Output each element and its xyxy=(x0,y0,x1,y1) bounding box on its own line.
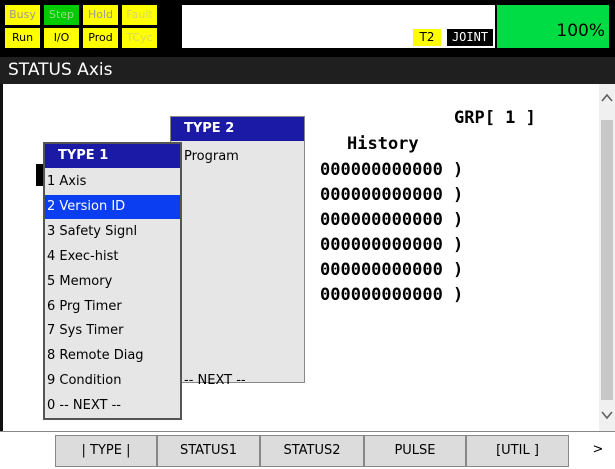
status-lamp-io: I/O xyxy=(44,28,79,48)
scroll-up-icon[interactable] xyxy=(599,92,615,108)
fkey-type[interactable]: | TYPE | xyxy=(55,435,157,467)
fkey-util[interactable]: [UTIL ] xyxy=(466,435,569,467)
group-indicator: GRP[ 1 ] xyxy=(454,108,536,128)
type1-menu-item[interactable]: 3 Safety Signl xyxy=(45,220,180,244)
teach-mode-badge: T2 xyxy=(413,29,441,46)
type1-menu-item[interactable]: 2 Version ID xyxy=(45,194,180,219)
history-row: 000000000000 ) xyxy=(320,210,464,230)
fkey-status2[interactable]: STATUS2 xyxy=(260,435,364,467)
status-lamp-busy: Busy xyxy=(5,5,40,25)
type2-menu-header: TYPE 2 xyxy=(171,117,304,141)
history-row: 000000000000 ) xyxy=(320,260,464,280)
scrollbar-thumb[interactable] xyxy=(601,120,613,400)
status-lamp-hold: Hold xyxy=(83,5,118,25)
history-row: 000000000000 ) xyxy=(320,160,464,180)
type1-menu-item[interactable]: 8 Remote Diag xyxy=(45,344,180,368)
status-lamp-prod: Prod xyxy=(83,28,118,48)
status-bar: Busy Step Hold Fault Run I/O Prod TCyc T2 JOINT… xyxy=(0,0,615,57)
function-key-bar: | TYPE | STATUS1 STATUS2 PULSE [UTIL ] > xyxy=(0,431,615,469)
status-lamp-run: Run xyxy=(5,28,40,48)
history-row: 000000000000 ) xyxy=(320,285,464,305)
menu-item-program[interactable]: Program xyxy=(171,145,304,169)
history-header: History xyxy=(347,134,419,154)
type1-menu-item[interactable]: 9 Condition xyxy=(45,369,180,393)
coord-system-badge: JOINT xyxy=(447,29,493,46)
type1-menu-item[interactable]: 7 Sys Timer xyxy=(45,319,180,343)
type2-menu: TYPE 2 Program -- NEXT -- xyxy=(170,116,305,388)
screen-title: STATUS Axis xyxy=(0,57,615,84)
next-page-button[interactable]: > xyxy=(585,435,611,467)
type1-menu-header: TYPE 1 xyxy=(45,144,180,168)
scroll-down-icon[interactable] xyxy=(599,409,615,425)
type1-menu-item[interactable]: 6 Prg Timer xyxy=(45,295,180,319)
fkey-status1[interactable]: STATUS1 xyxy=(157,435,260,467)
type1-menu: TYPE 1 1 Axis 2 Version ID 3 Safety Signl 4… xyxy=(43,142,182,420)
history-row: 000000000000 ) xyxy=(320,235,464,255)
type1-menu-item[interactable]: 0 -- NEXT -- xyxy=(45,394,180,418)
status-lamp-fault: Fault xyxy=(122,5,157,25)
status-lamp-tcyc: TCyc xyxy=(122,28,157,48)
type1-menu-item[interactable]: 4 Exec-hist xyxy=(45,245,180,269)
status-lamp-step: Step xyxy=(44,5,79,25)
type1-menu-item[interactable]: 5 Memory xyxy=(45,270,180,294)
menu-item-next[interactable]: -- NEXT -- xyxy=(171,369,304,393)
type1-menu-item[interactable]: 1 Axis xyxy=(45,170,180,194)
history-row: 000000000000 ) xyxy=(320,185,464,205)
vertical-scrollbar[interactable] xyxy=(599,84,615,431)
override-percent[interactable]: 100% xyxy=(497,5,609,48)
fkey-pulse[interactable]: PULSE xyxy=(364,435,466,467)
